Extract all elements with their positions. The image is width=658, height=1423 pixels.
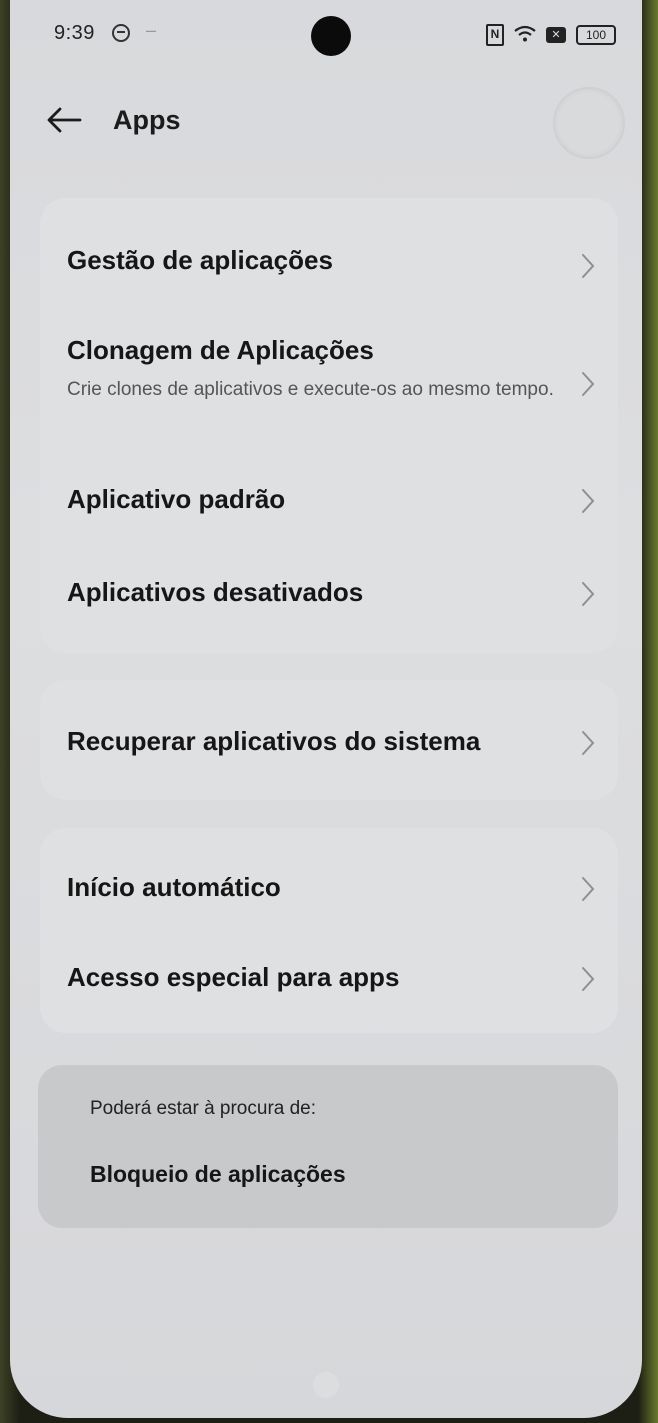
vpn-globe-icon — [112, 24, 130, 42]
status-dash: – — [146, 20, 157, 40]
sim-icon: ✕ — [546, 27, 566, 43]
status-time: 9:39 — [54, 22, 95, 44]
nav-home-hint — [313, 1372, 339, 1398]
list-item-disabled-apps[interactable]: Aplicativos desativados — [40, 550, 618, 630]
header: Apps — [10, 87, 642, 160]
phone-frame: 9:39 – N ✕ 100 Apps Gestão de aplicações… — [0, 0, 658, 1423]
list-item-title: Recuperar aplicativos do sistema — [67, 726, 481, 756]
permissions-card: Início automático Acesso especial para a… — [40, 828, 618, 1033]
list-item-app-management[interactable]: Gestão de aplicações — [40, 198, 618, 318]
app-management-card: Gestão de aplicações Clonagem de Aplicaç… — [40, 198, 618, 653]
chevron-right-icon — [580, 581, 596, 606]
list-item-title: Gestão de aplicações — [67, 245, 333, 275]
list-item-title: Clonagem de Aplicações — [67, 335, 374, 365]
status-icons: N ✕ 100 — [486, 24, 616, 46]
battery-icon: 100 — [576, 25, 616, 45]
list-item-subtitle: Crie clones de aplicativos e execute-os … — [67, 379, 554, 400]
chevron-right-icon — [580, 253, 596, 278]
suggestions-card: Poderá estar à procura de: Bloqueio de a… — [38, 1065, 618, 1228]
list-item-app-cloning[interactable]: Clonagem de Aplicações Crie clones de ap… — [40, 318, 618, 448]
nfc-icon: N — [486, 24, 504, 46]
status-bar: 9:39 – N ✕ 100 — [10, 0, 642, 70]
list-item-title: Início automático — [67, 872, 281, 902]
list-item-recover-system-apps[interactable]: Recuperar aplicativos do sistema — [40, 680, 618, 800]
list-item-title: Acesso especial para apps — [67, 962, 400, 992]
list-item-default-app[interactable]: Aplicativo padrão — [40, 460, 618, 540]
chevron-right-icon — [580, 966, 596, 991]
screen: 9:39 – N ✕ 100 Apps Gestão de aplicações… — [10, 0, 642, 1418]
suggestions-label: Poderá estar à procura de: — [90, 1098, 317, 1119]
list-item-autostart[interactable]: Início automático — [40, 828, 618, 928]
chevron-right-icon — [580, 730, 596, 755]
chevron-right-icon — [580, 876, 596, 901]
list-item-special-access[interactable]: Acesso especial para apps — [40, 928, 618, 1028]
arrow-left-icon[interactable] — [44, 102, 84, 138]
page-title: Apps — [113, 105, 181, 135]
avatar[interactable] — [553, 87, 625, 159]
camera-cutout — [311, 16, 351, 56]
list-item-title: Aplicativos desativados — [67, 577, 364, 607]
wifi-icon — [514, 25, 536, 46]
chevron-right-icon — [580, 488, 596, 513]
suggestion-item[interactable]: Bloqueio de aplicações — [90, 1161, 346, 1188]
chevron-right-icon — [580, 371, 596, 396]
system-apps-card: Recuperar aplicativos do sistema — [40, 680, 618, 800]
list-item-title: Aplicativo padrão — [67, 484, 286, 514]
